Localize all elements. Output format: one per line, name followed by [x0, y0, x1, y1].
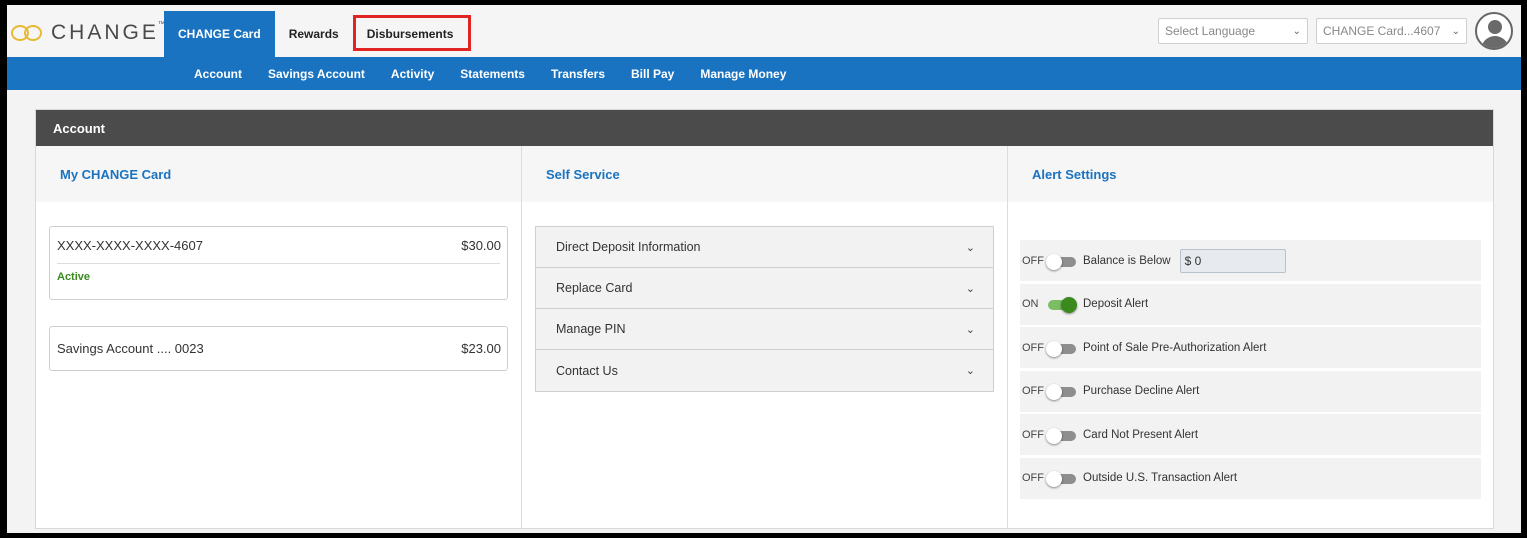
subnav-statements[interactable]: Statements	[460, 67, 525, 81]
subnav-savings-account[interactable]: Savings Account	[268, 67, 365, 81]
alert-label: Balance is Below	[1083, 254, 1171, 267]
alert-toggle[interactable]	[1046, 384, 1076, 400]
card-select-value: CHANGE Card...4607	[1323, 24, 1441, 38]
alert-toggle[interactable]	[1046, 253, 1076, 270]
tab-disbursements[interactable]: Disbursements	[352, 11, 472, 57]
alert-label: Outside U.S. Transaction Alert	[1083, 472, 1238, 484]
subnav-transfers[interactable]: Transfers	[551, 67, 605, 81]
alert-label: Deposit Alert	[1083, 298, 1149, 310]
card-account-tile[interactable]: XXXX-XXXX-XXXX-4607 $30.00 Active	[49, 226, 508, 300]
subnav-activity[interactable]: Activity	[391, 67, 434, 81]
alert-outside-us: OFF Outside U.S. Transaction Alert	[1020, 457, 1481, 499]
alert-toggle[interactable]	[1046, 297, 1077, 313]
accordion-replace-card[interactable]: Replace Card ⌄	[536, 268, 993, 309]
alert-state: OFF	[1022, 472, 1044, 484]
subnav-account[interactable]: Account	[194, 67, 242, 81]
balance-threshold-input[interactable]: $ 0	[1179, 248, 1286, 273]
alert-list: OFF Balance is Below $ 0 ON Deposit Aler…	[1020, 240, 1481, 501]
chevron-down-icon: ⌄	[965, 282, 975, 295]
card-select[interactable]: CHANGE Card...4607 ⌄	[1316, 18, 1467, 44]
accordion-label: Direct Deposit Information	[556, 240, 701, 254]
main-tabs: CHANGE Card Rewards Disbursements	[164, 11, 472, 57]
app-window: CHANGE™ CHANGE Card Rewards Disbursement…	[7, 5, 1521, 533]
alert-settings-column: Alert Settings OFF Balance is Below $ 0 …	[1008, 146, 1493, 528]
accordion-direct-deposit[interactable]: Direct Deposit Information ⌄	[536, 227, 993, 268]
chevron-down-icon: ⌄	[965, 241, 975, 254]
alert-deposit: ON Deposit Alert	[1020, 283, 1481, 325]
my-card-heading: My CHANGE Card	[36, 146, 521, 202]
alert-toggle[interactable]	[1046, 471, 1076, 487]
alert-pos-preauth: OFF Point of Sale Pre-Authorization Aler…	[1020, 327, 1481, 368]
card-number: XXXX-XXXX-XXXX-4607	[57, 237, 203, 253]
accordion-label: Manage PIN	[556, 322, 626, 336]
savings-account-tile[interactable]: Savings Account .... 0023 $23.00	[49, 326, 508, 371]
alert-label: Card Not Present Alert	[1083, 428, 1199, 441]
status-badge: Active	[57, 271, 91, 283]
user-avatar-icon[interactable]	[1475, 12, 1513, 50]
language-select[interactable]: Select Language ⌄	[1158, 18, 1308, 44]
card-balance: $30.00	[461, 237, 501, 253]
alert-purchase-decline: OFF Purchase Decline Alert	[1020, 370, 1481, 412]
subnav-bill-pay[interactable]: Bill Pay	[631, 67, 674, 81]
accordion-label: Replace Card	[556, 281, 633, 295]
tab-rewards[interactable]: Rewards	[275, 11, 353, 57]
accordion-contact-us[interactable]: Contact Us ⌄	[536, 350, 993, 391]
savings-balance: $23.00	[461, 341, 501, 356]
alert-state: OFF	[1022, 341, 1044, 354]
top-right-controls: Select Language ⌄ CHANGE Card...4607 ⌄	[1158, 12, 1513, 50]
alert-state: OFF	[1022, 385, 1044, 397]
alert-label: Purchase Decline Alert	[1083, 385, 1200, 397]
panel-title: Account	[36, 110, 1493, 146]
my-card-column: My CHANGE Card XXXX-XXXX-XXXX-4607 $30.0…	[36, 146, 522, 528]
top-bar: CHANGE™ CHANGE Card Rewards Disbursement…	[7, 5, 1521, 57]
account-panel: Account My CHANGE Card XXXX-XXXX-XXXX-46…	[35, 109, 1494, 529]
accordion-label: Contact Us	[556, 363, 618, 378]
subnav-manage-money[interactable]: Manage Money	[700, 67, 786, 81]
chevron-down-icon: ⌄	[1292, 25, 1301, 37]
accordion-manage-pin[interactable]: Manage PIN ⌄	[536, 309, 993, 350]
savings-account-number: Savings Account .... 0023	[57, 341, 204, 356]
alert-state: ON	[1022, 298, 1039, 310]
chevron-down-icon: ⌄	[965, 365, 975, 377]
chevron-down-icon: ⌄	[1451, 25, 1460, 37]
alert-settings-heading: Alert Settings	[1008, 146, 1493, 202]
self-service-column: Self Service Direct Deposit Information …	[522, 146, 1008, 528]
self-service-accordion: Direct Deposit Information ⌄ Replace Car…	[535, 226, 994, 392]
infinity-rings-icon	[11, 25, 43, 41]
language-select-value: Select Language	[1165, 24, 1256, 38]
sub-navigation: Account Savings Account Activity Stateme…	[7, 57, 1521, 90]
tab-change-card[interactable]: CHANGE Card	[164, 11, 275, 57]
self-service-heading: Self Service	[522, 146, 1007, 202]
alert-card-not-present: OFF Card Not Present Alert	[1020, 414, 1481, 455]
chevron-down-icon: ⌄	[965, 323, 975, 336]
alert-state: OFF	[1022, 254, 1044, 267]
alert-balance-below: OFF Balance is Below $ 0	[1020, 240, 1481, 281]
logo-text: CHANGE™	[51, 21, 168, 44]
change-logo[interactable]: CHANGE™	[11, 21, 168, 45]
alert-toggle[interactable]	[1046, 427, 1076, 444]
alert-toggle[interactable]	[1046, 340, 1076, 357]
alert-state: OFF	[1022, 428, 1044, 441]
alert-label: Point of Sale Pre-Authorization Alert	[1083, 341, 1267, 354]
